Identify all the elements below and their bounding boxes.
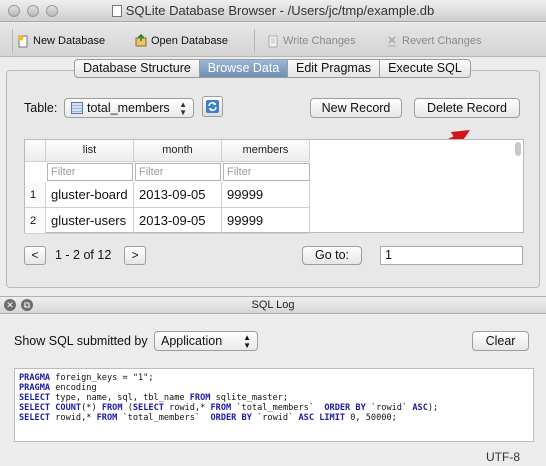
table-icon — [71, 102, 83, 114]
tab-bar: Database Structure Browse Data Edit Prag… — [74, 59, 471, 78]
encoding-status: UTF-8 — [486, 450, 520, 464]
sql-log-line: PRAGMA foreign_keys = "1"; — [19, 373, 154, 383]
write-changes-icon — [266, 34, 280, 48]
window-title: SQLite Database Browser - /Users/jc/tmp/… — [0, 3, 546, 18]
revert-changes-label: Revert Changes — [402, 35, 482, 47]
row-number[interactable]: 1 — [25, 182, 46, 208]
new-database-button[interactable]: New Database — [16, 32, 105, 50]
table-cell[interactable]: gluster-board — [46, 182, 134, 208]
sql-log-line: PRAGMA encoding — [19, 383, 97, 393]
column-header-month[interactable]: month — [134, 140, 222, 162]
tab-browse-data[interactable]: Browse Data — [200, 60, 288, 77]
next-page-button[interactable]: > — [124, 246, 146, 265]
refresh-icon — [206, 100, 219, 113]
sql-log-line: SELECT type, name, sql, tbl_name FROM sq… — [19, 393, 289, 403]
document-icon — [111, 5, 122, 17]
open-database-label: Open Database — [151, 35, 229, 47]
goto-button[interactable]: Go to: — [302, 246, 362, 265]
sql-log-text[interactable]: PRAGMA foreign_keys = "1"; PRAGMA encodin… — [14, 368, 534, 442]
table-cell[interactable]: 99999 — [222, 182, 310, 208]
data-grid: list month members Filter Filter Filter … — [24, 139, 524, 234]
refresh-button[interactable] — [202, 96, 223, 117]
clear-log-button[interactable]: Clear — [472, 331, 529, 351]
table-select[interactable]: total_members ▲ ▼ — [64, 98, 194, 118]
column-header-list[interactable]: list — [46, 140, 134, 162]
filter-input-list[interactable]: Filter — [47, 163, 133, 181]
sql-log-line: SELECT COUNT(*) FROM (SELECT rowid,* FRO… — [19, 403, 439, 413]
previous-page-button[interactable]: < — [24, 246, 46, 265]
toolbar: New Database Open Database Write Changes… — [0, 23, 546, 57]
table-select-value: total_members — [87, 101, 170, 115]
column-header-members[interactable]: members — [222, 140, 310, 162]
table-cell[interactable]: 2013-09-05 — [134, 182, 222, 208]
sql-log-line: SELECT rowid,* FROM `total_members` ORDE… — [19, 413, 397, 423]
open-database-button[interactable]: Open Database — [134, 32, 228, 50]
table-label: Table: — [24, 101, 58, 115]
new-record-button[interactable]: New Record — [310, 98, 402, 118]
filter-input-month[interactable]: Filter — [135, 163, 221, 181]
title-bar: SQLite Database Browser - /Users/jc/tmp/… — [0, 0, 546, 22]
table-cell[interactable]: 99999 — [222, 208, 310, 234]
delete-record-button[interactable]: Delete Record — [414, 98, 520, 118]
sql-log-title: SQL Log — [251, 299, 295, 311]
write-changes-label: Write Changes — [283, 35, 356, 47]
table-cell[interactable]: 2013-09-05 — [134, 208, 222, 234]
sql-source-select[interactable]: Application ▲ ▼ — [154, 331, 258, 351]
revert-changes-icon — [385, 34, 399, 48]
row-number[interactable]: 2 — [25, 208, 46, 234]
toolbar-separator — [12, 29, 13, 53]
open-database-icon — [134, 33, 148, 48]
filter-input-members[interactable]: Filter — [223, 163, 310, 181]
show-sql-label: Show SQL submitted by — [14, 334, 148, 348]
new-database-icon — [16, 34, 30, 48]
sql-source-value: Application — [161, 334, 223, 348]
window-title-text: SQLite Database Browser - /Users/jc/tmp/… — [125, 3, 435, 18]
goto-page-input[interactable]: 1 — [380, 246, 523, 265]
toolbar-separator — [254, 29, 255, 53]
grid-corner — [25, 140, 46, 162]
table-cell[interactable]: gluster-users — [46, 208, 134, 234]
sql-log-header: ✕ ⧉ SQL Log — [0, 296, 546, 314]
tab-edit-pragmas[interactable]: Edit Pragmas — [288, 60, 380, 77]
revert-changes-button[interactable]: Revert Changes — [385, 32, 482, 50]
pager-status: 1 - 2 of 12 — [55, 248, 112, 262]
write-changes-button[interactable]: Write Changes — [266, 32, 356, 50]
new-database-label: New Database — [33, 35, 106, 47]
tab-execute-sql[interactable]: Execute SQL — [380, 60, 470, 77]
select-arrows-icon: ▲ ▼ — [243, 333, 251, 350]
select-arrows-icon: ▲ ▼ — [179, 100, 187, 117]
grid-scrollbar[interactable] — [515, 142, 521, 156]
tab-database-structure[interactable]: Database Structure — [75, 60, 200, 77]
